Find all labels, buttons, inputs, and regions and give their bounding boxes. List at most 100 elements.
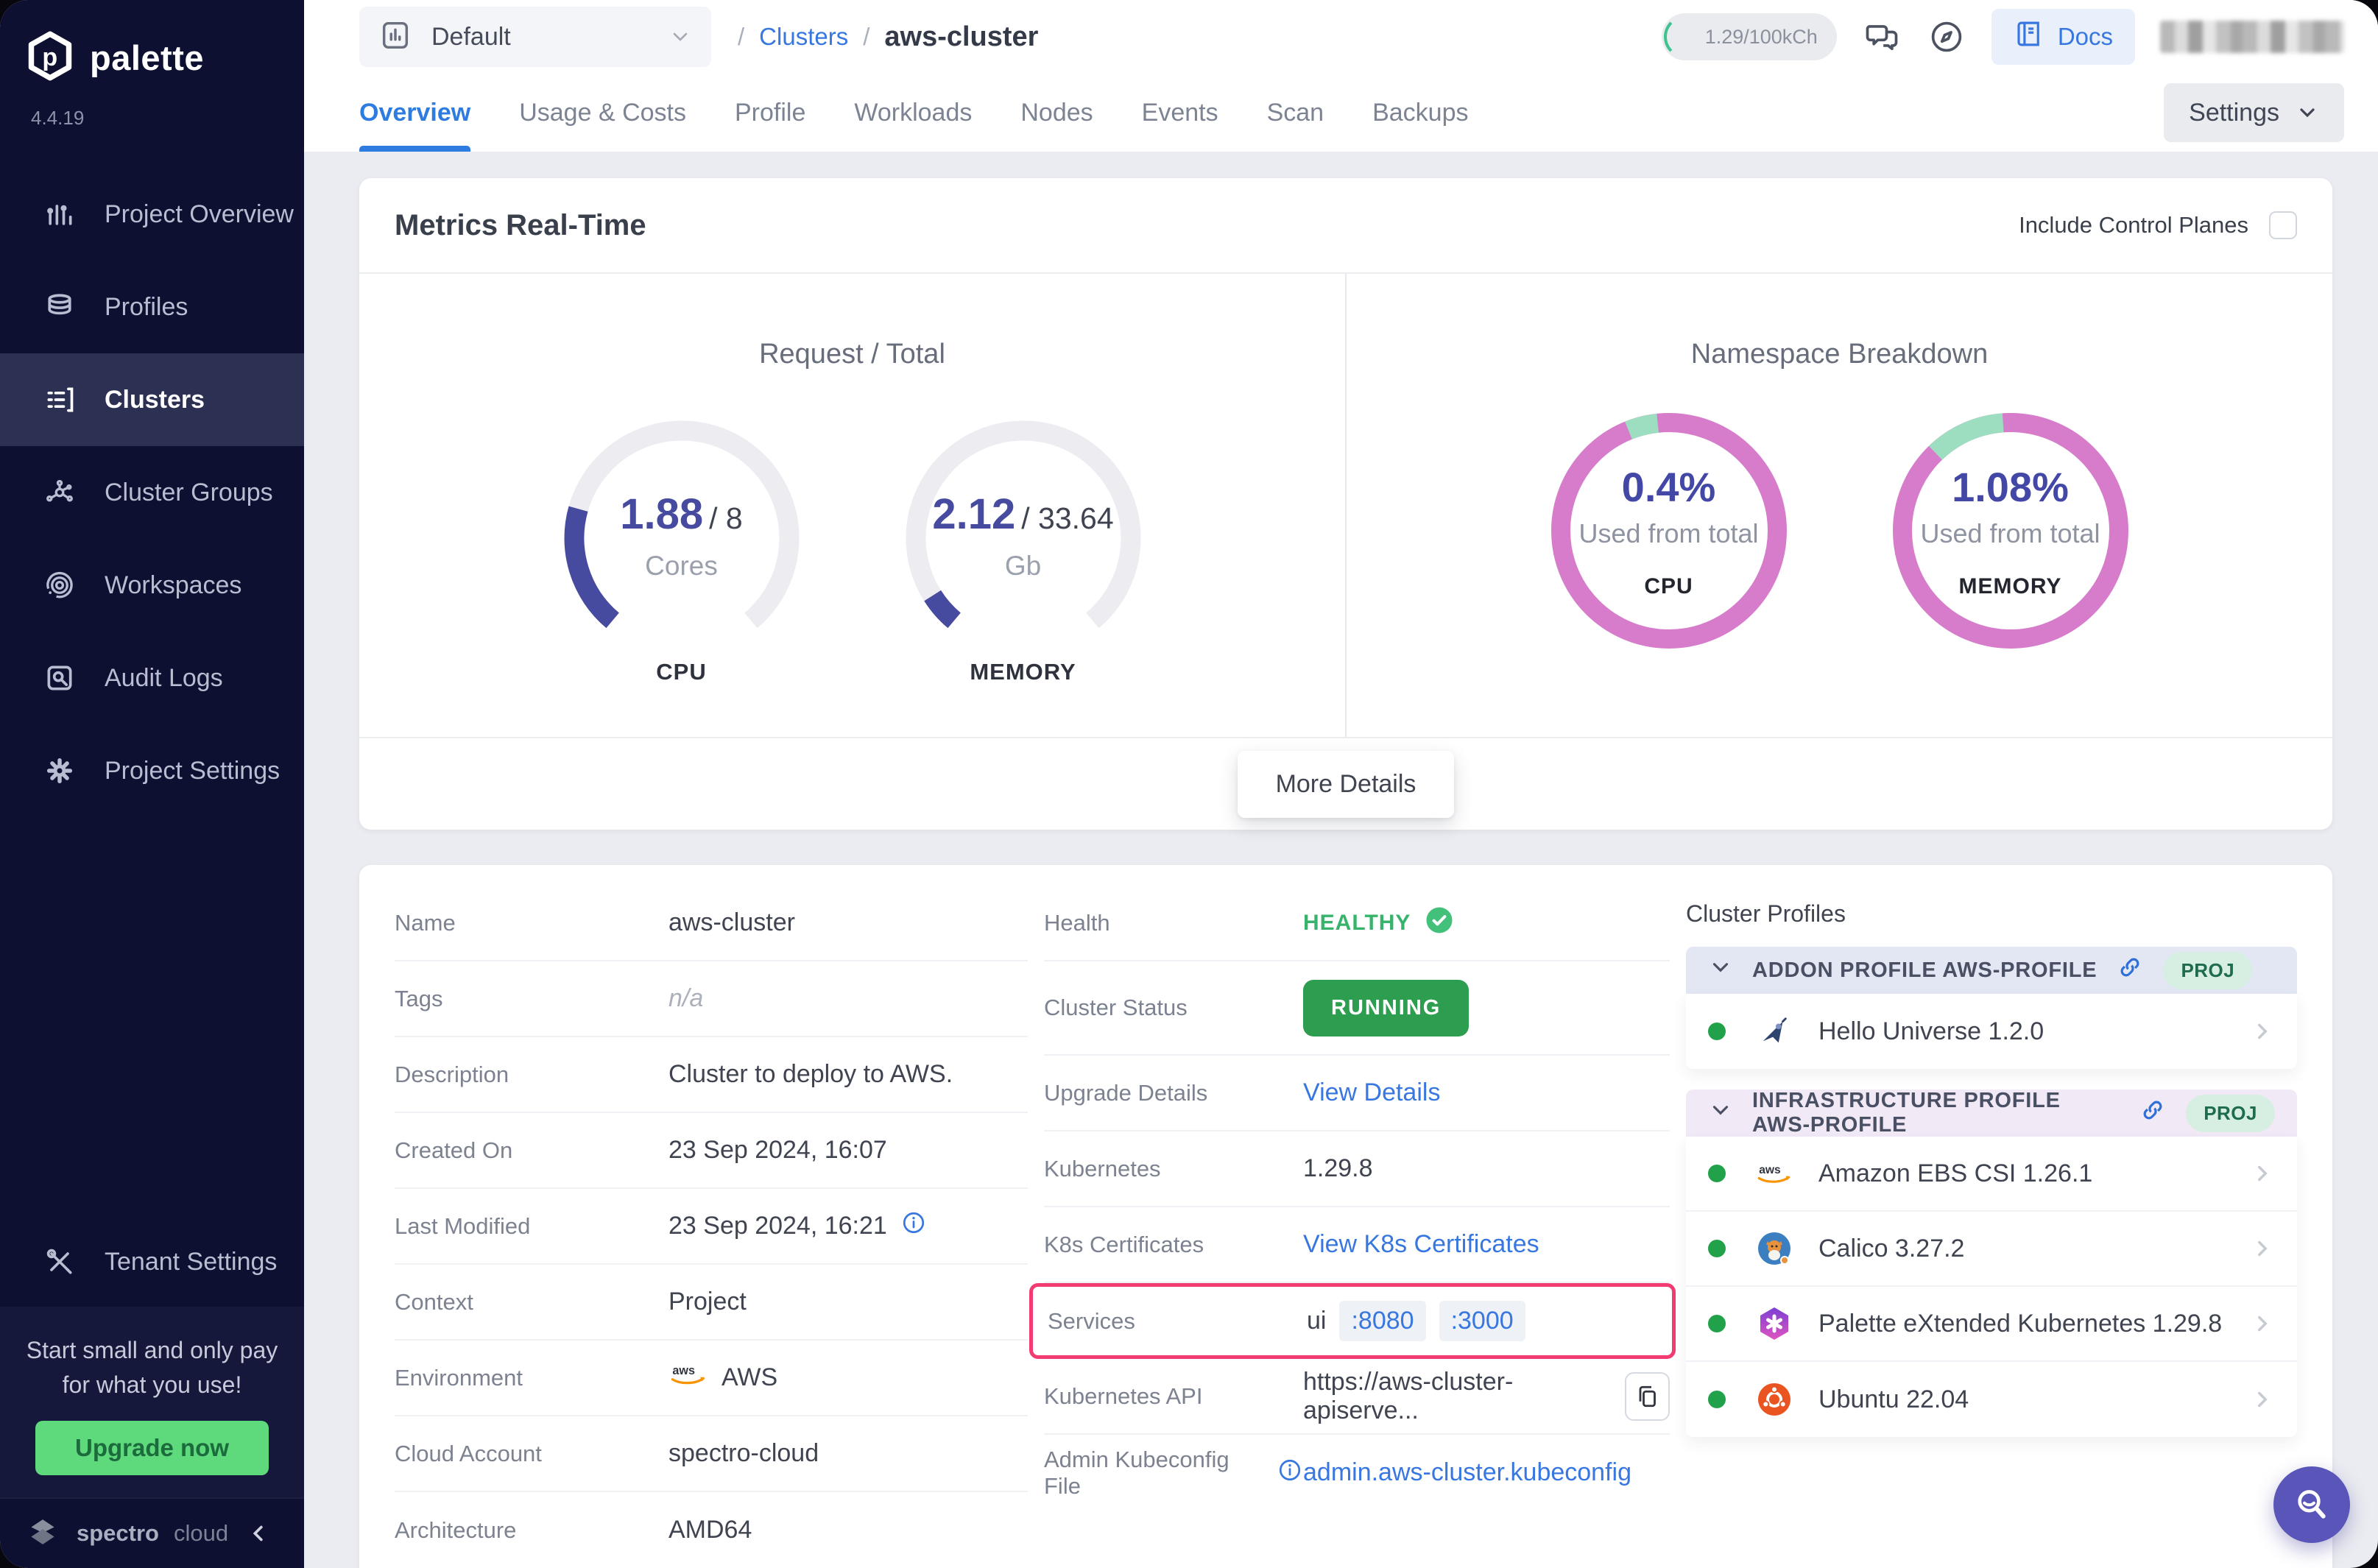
cpu-gauge: 1.88/ 8 Cores CPU — [564, 413, 800, 685]
check-circle-icon — [1424, 905, 1455, 942]
usage-quota-pill[interactable]: 1.29/100kCh — [1662, 13, 1837, 60]
profile-layer-amazon-ebs-csi[interactable]: aws Amazon EBS CSI 1.26.1 — [1686, 1137, 2297, 1212]
layers-icon — [41, 289, 78, 325]
tab-backups[interactable]: Backups — [1372, 74, 1468, 152]
profile-layer-ubuntu[interactable]: Ubuntu 22.04 — [1686, 1362, 2297, 1437]
detail-row-health: Health HEALTHY — [1044, 886, 1670, 961]
network-icon — [41, 474, 78, 511]
user-name-redacted[interactable] — [2160, 21, 2344, 53]
cpu-donut-label: CPU — [1644, 574, 1693, 599]
scope-badge: PROJ — [2186, 1095, 2275, 1132]
sidebar-item-project-overview[interactable]: Project Overview — [0, 168, 304, 261]
sidebar-item-profiles[interactable]: Profiles — [0, 261, 304, 353]
sidebar-item-label: Tenant Settings — [105, 1248, 277, 1276]
breadcrumb-clusters-link[interactable]: Clusters — [759, 23, 848, 51]
tab-workloads[interactable]: Workloads — [854, 74, 972, 152]
kubeconfig-download-link[interactable]: admin.aws-cluster.kubeconfig — [1303, 1458, 1631, 1487]
service-port-link[interactable]: :3000 — [1439, 1301, 1525, 1341]
sidebar-item-label: Project Settings — [105, 757, 280, 785]
tools-icon — [41, 1243, 78, 1280]
docs-label: Docs — [2058, 23, 2113, 51]
memory-gauge-label: MEMORY — [906, 659, 1141, 685]
include-control-planes[interactable]: Include Control Planes — [2019, 211, 2297, 239]
more-details-button[interactable]: More Details — [1238, 751, 1455, 818]
info-icon[interactable] — [1277, 1457, 1303, 1489]
link-icon[interactable] — [2116, 953, 2144, 987]
copy-button[interactable] — [1625, 1372, 1670, 1421]
svg-text:aws: aws — [672, 1364, 695, 1377]
tab-events[interactable]: Events — [1142, 74, 1218, 152]
clusters-icon — [41, 381, 78, 418]
cpu-used-value: 1.88 — [620, 490, 703, 538]
brand-footer-primary: spectro — [77, 1520, 159, 1547]
tab-scan[interactable]: Scan — [1267, 74, 1324, 152]
detail-row-cloud-account: Cloud Account spectro-cloud — [395, 1416, 1028, 1492]
svg-text:aws: aws — [1759, 1164, 1781, 1176]
profile-layer-hello-universe[interactable]: Hello Universe 1.2.0 — [1686, 994, 2297, 1069]
link-icon[interactable] — [2139, 1096, 2167, 1130]
service-port-link[interactable]: :8080 — [1339, 1301, 1425, 1341]
breadcrumb-separator: / — [738, 23, 744, 51]
bar-chart-icon — [41, 196, 78, 233]
support-search-fab[interactable] — [2273, 1466, 2350, 1543]
profile-layer-calico[interactable]: Calico 3.27.2 — [1686, 1212, 2297, 1287]
project-selector[interactable]: Default — [359, 7, 711, 67]
detail-row-admin-kubeconfig: Admin Kubeconfig File admin.aws-cluster.… — [1044, 1435, 1670, 1511]
addon-profile-header[interactable]: ADDON PROFILE AWS-PROFILE PROJ — [1686, 947, 2297, 994]
scope-badge: PROJ — [2163, 952, 2252, 989]
cluster-details-card: Name aws-cluster Tags n/a Description Cl… — [359, 865, 2332, 1568]
audit-search-icon — [41, 660, 78, 696]
sidebar-item-label: Workspaces — [105, 571, 241, 600]
detail-row-kubernetes: Kubernetes 1.29.8 — [1044, 1131, 1670, 1207]
sidebar-menu: Project Overview Profiles Clusters — [0, 168, 304, 817]
chevron-down-icon — [1708, 955, 1733, 986]
infrastructure-profile-header[interactable]: INFRASTRUCTURE PROFILE AWS-PROFILE PROJ — [1686, 1090, 2297, 1137]
cpu-gauge-label: CPU — [564, 659, 800, 685]
sidebar-item-cluster-groups[interactable]: Cluster Groups — [0, 446, 304, 539]
brand-logo[interactable]: p palette — [0, 0, 304, 85]
usage-quota-value: 1.29/100kCh — [1705, 26, 1818, 49]
copy-icon — [1634, 1383, 1660, 1410]
tab-overview[interactable]: Overview — [359, 74, 470, 152]
chevron-down-icon — [668, 25, 692, 49]
sidebar-item-tenant-settings[interactable]: Tenant Settings — [0, 1217, 304, 1307]
pxk-icon — [1755, 1304, 1793, 1343]
chat-icon[interactable] — [1862, 17, 1902, 57]
profile-layer-palette-extended-kubernetes[interactable]: Palette eXtended Kubernetes 1.29.8 — [1686, 1287, 2297, 1362]
chart-icon — [378, 18, 412, 56]
view-k8s-certificates-link[interactable]: View K8s Certificates — [1303, 1230, 1539, 1259]
sidebar-item-label: Audit Logs — [105, 664, 223, 693]
request-total-panel: Request / Total 1.88/ 8 Cores CPU — [359, 274, 1345, 737]
compass-icon[interactable] — [1927, 17, 1966, 57]
sidebar-item-audit-logs[interactable]: Audit Logs — [0, 632, 304, 724]
sidebar-item-clusters[interactable]: Clusters — [0, 353, 304, 446]
settings-label: Settings — [2189, 99, 2279, 127]
tab-usage-costs[interactable]: Usage & Costs — [519, 74, 686, 152]
upgrade-now-button[interactable]: Upgrade now — [35, 1421, 269, 1475]
tab-nodes[interactable]: Nodes — [1020, 74, 1093, 152]
main-area: Default / Clusters / aws-cluster 1.29/10… — [304, 0, 2378, 1568]
chevron-right-icon — [2250, 1311, 2275, 1336]
settings-button[interactable]: Settings — [2164, 83, 2344, 142]
view-details-link[interactable]: View Details — [1303, 1078, 1440, 1107]
sidebar-item-label: Cluster Groups — [105, 478, 273, 507]
sidebar-item-project-settings[interactable]: Project Settings — [0, 724, 304, 817]
memory-unit: Gb — [906, 551, 1141, 582]
orbit-icon — [41, 567, 78, 604]
sidebar-item-workspaces[interactable]: Workspaces — [0, 539, 304, 632]
docs-button[interactable]: Docs — [1991, 9, 2135, 65]
status-dot — [1708, 1023, 1726, 1040]
detail-row-cluster-status: Cluster Status RUNNING — [1044, 961, 1670, 1056]
cluster-profiles-panel: Cluster Profiles ADDON PROFILE AWS-PROFI… — [1686, 886, 2297, 1568]
info-icon[interactable] — [900, 1209, 927, 1243]
health-status: HEALTHY — [1303, 911, 1411, 936]
panel-title: Request / Total — [759, 339, 945, 370]
collapse-sidebar-icon[interactable] — [247, 1521, 272, 1546]
aws-icon: aws — [1755, 1154, 1793, 1193]
memory-donut: 1.08% Used from total MEMORY — [1893, 413, 2128, 649]
include-control-planes-checkbox[interactable] — [2269, 211, 2297, 239]
memory-total-value: / 33.64 — [1021, 501, 1113, 535]
memory-percent: 1.08% — [1952, 463, 2069, 511]
calico-icon — [1755, 1229, 1793, 1268]
tab-profile[interactable]: Profile — [735, 74, 805, 152]
